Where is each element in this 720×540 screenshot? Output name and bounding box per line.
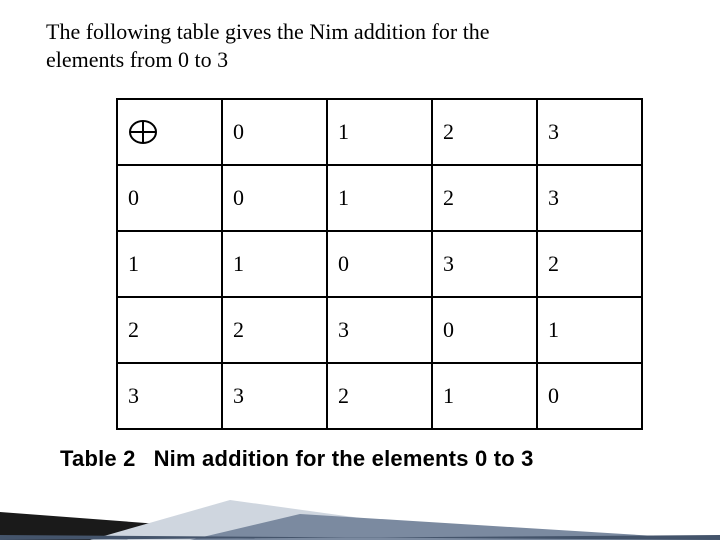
table-cell: 1 (327, 165, 432, 231)
table-cell: 2 (222, 297, 327, 363)
slide-decoration (0, 480, 720, 540)
table-cell: 2 (432, 165, 537, 231)
table-cell: 2 (537, 231, 642, 297)
table-cell: 3 (432, 231, 537, 297)
oplus-cell (117, 99, 222, 165)
table-cell: 3 (537, 165, 642, 231)
table-cell: 2 (327, 363, 432, 429)
col-header: 2 (432, 99, 537, 165)
table-cell: 0 (537, 363, 642, 429)
table-cell: 1 (432, 363, 537, 429)
table-header-row: 0 1 2 3 (117, 99, 642, 165)
row-header: 1 (117, 231, 222, 297)
table-cell: 1 (222, 231, 327, 297)
table-cell: 3 (327, 297, 432, 363)
nim-addition-table: 0 1 2 3 0 0 1 2 3 1 1 0 3 2 2 2 3 0 1 3 (116, 98, 643, 430)
table-row: 1 1 0 3 2 (117, 231, 642, 297)
table-row: 0 0 1 2 3 (117, 165, 642, 231)
row-header: 3 (117, 363, 222, 429)
table-cell: 0 (222, 165, 327, 231)
oplus-icon (128, 117, 158, 147)
table-cell: 0 (327, 231, 432, 297)
table-row: 3 3 2 1 0 (117, 363, 642, 429)
table-cell: 1 (537, 297, 642, 363)
caption-label: Table 2 (60, 446, 136, 471)
col-header: 3 (537, 99, 642, 165)
table-cell: 3 (222, 363, 327, 429)
row-header: 0 (117, 165, 222, 231)
intro-text: The following table gives the Nim additi… (46, 18, 566, 73)
col-header: 0 (222, 99, 327, 165)
col-header: 1 (327, 99, 432, 165)
table-caption: Table 2 Nim addition for the elements 0 t… (60, 446, 534, 472)
table-row: 2 2 3 0 1 (117, 297, 642, 363)
caption-text: Nim addition for the elements 0 to 3 (154, 446, 534, 471)
table-cell: 0 (432, 297, 537, 363)
row-header: 2 (117, 297, 222, 363)
